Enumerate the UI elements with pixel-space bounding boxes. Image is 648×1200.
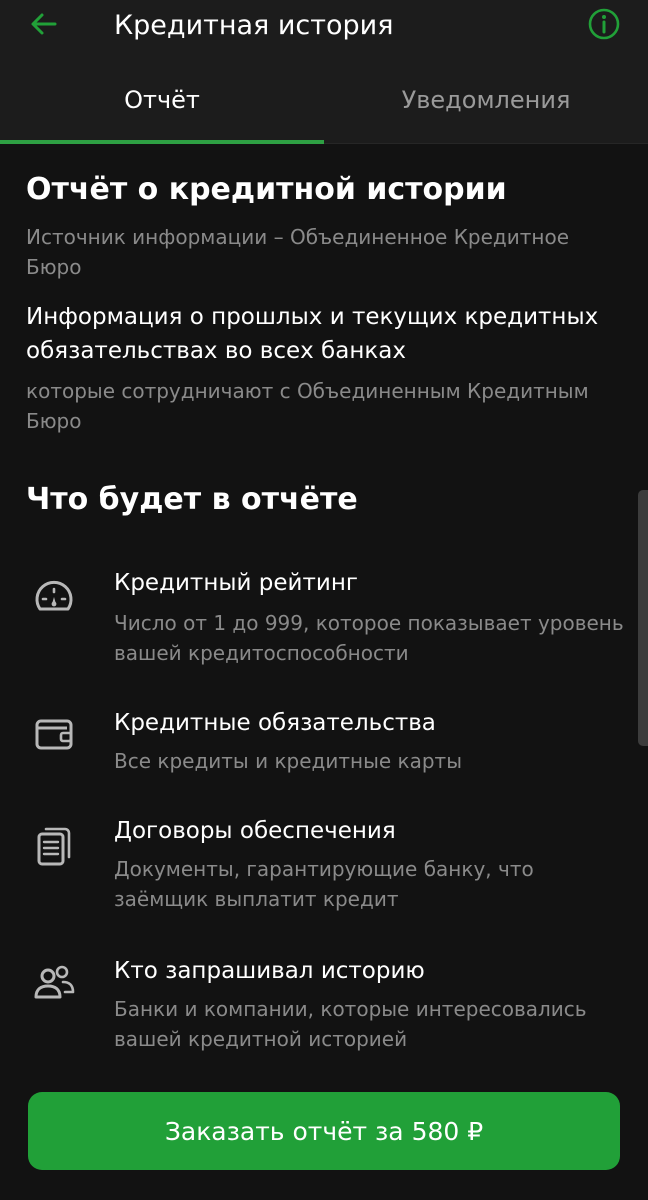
feature-title: Кто запрашивал историю (114, 958, 425, 984)
feature-title: Кредитный рейтинг (114, 570, 358, 596)
tab-bar: Отчёт Уведомления (0, 56, 648, 144)
tab-notifications[interactable]: Уведомления (324, 56, 648, 144)
back-button[interactable] (24, 8, 64, 44)
arrow-left-icon (29, 9, 59, 43)
feature-description: Число от 1 до 999, которое показывает ур… (114, 611, 624, 665)
wallet-icon (30, 710, 78, 758)
top-app-bar: Кредитная история (0, 0, 648, 56)
bottom-action-area: Заказать отчёт за 580 ₽ (0, 1070, 648, 1200)
report-title: Отчёт о кредитной истории (26, 172, 507, 207)
tab-report[interactable]: Отчёт (0, 56, 324, 144)
feature-description: Все кредиты и кредитные карты (114, 749, 462, 773)
feature-description: Банки и компании, которые интересовались… (114, 997, 587, 1051)
documents-icon (30, 822, 78, 870)
info-circle-icon (587, 7, 621, 45)
order-report-button[interactable]: Заказать отчёт за 580 ₽ (28, 1092, 620, 1170)
page-title: Кредитная история (114, 10, 394, 41)
contents-title: Что будет в отчёте (26, 482, 358, 517)
speedometer-icon (30, 574, 78, 622)
report-lead: Информация о прошлых и текущих кредитных… (26, 304, 599, 364)
feature-description: Документы, гарантирующие банку, что заём… (114, 857, 534, 911)
tab-report-label: Отчёт (124, 86, 200, 114)
people-icon (30, 958, 78, 1006)
info-button[interactable] (584, 8, 624, 44)
report-source: Источник информации – Объединенное Креди… (26, 225, 570, 279)
tab-notifications-label: Уведомления (401, 86, 571, 114)
feature-title: Кредитные обязательства (114, 710, 436, 736)
feature-title: Договоры обеспечения (114, 818, 396, 844)
scrollbar-thumb[interactable] (638, 490, 648, 746)
active-tab-indicator (0, 140, 324, 144)
screen: Кредитная история Отчёт Уведомления Отчё… (0, 0, 648, 1200)
order-report-button-label: Заказать отчёт за 580 ₽ (164, 1116, 484, 1146)
report-lead-note: которые сотрудничают с Объединенным Кред… (26, 379, 589, 433)
